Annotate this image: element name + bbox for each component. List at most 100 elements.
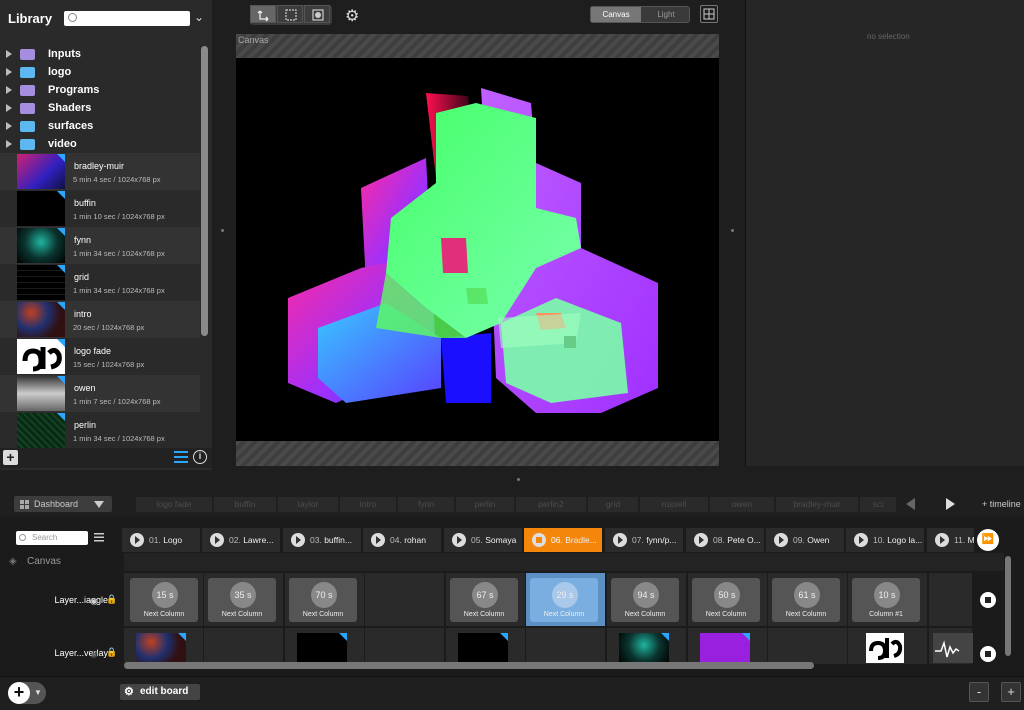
library-scrollbar[interactable] xyxy=(201,46,208,336)
column-header[interactable]: 02. Lawre... xyxy=(202,528,281,552)
folder-shaders[interactable]: Shaders xyxy=(0,100,200,118)
preset-item[interactable]: bradley-muir xyxy=(776,497,858,512)
preset-item[interactable]: fynn xyxy=(398,497,454,512)
board-horizontal-scrollbar[interactable] xyxy=(124,662,814,669)
media-item[interactable]: intro 20 sec / 1024x768 px xyxy=(0,301,200,338)
timer-clip[interactable]: 29 s Next Column xyxy=(530,578,598,622)
play-icon[interactable] xyxy=(371,533,385,547)
add-timeline-button[interactable]: + timeline xyxy=(982,499,1021,509)
column-header[interactable]: 03. buffin... xyxy=(283,528,362,552)
previous-arrow-icon[interactable] xyxy=(906,498,915,510)
clip-cell[interactable] xyxy=(848,628,928,664)
timer-clip[interactable]: 94 s Next Column xyxy=(611,578,679,622)
zoom-in-button[interactable]: + xyxy=(1001,682,1021,702)
column-header[interactable]: 07. fynn/p... xyxy=(605,528,684,552)
fast-forward-icon[interactable]: ⏩ xyxy=(977,529,999,551)
clip-cell[interactable]: 50 s Next Column xyxy=(688,573,768,626)
timer-clip[interactable]: 10 s Column #1 xyxy=(852,578,920,622)
play-icon[interactable] xyxy=(613,533,627,547)
preset-item[interactable]: logo fade xyxy=(136,497,212,512)
preset-item[interactable]: perlin2 xyxy=(516,497,586,512)
disclosure-triangle-icon[interactable] xyxy=(6,50,12,58)
column-header[interactable]: 09. Owen xyxy=(766,528,845,552)
chevron-down-icon[interactable]: ⌄ xyxy=(194,10,204,24)
list-view-icon[interactable] xyxy=(174,451,188,463)
play-icon[interactable] xyxy=(854,533,868,547)
folder-programs[interactable]: Programs xyxy=(0,82,200,100)
clip-cell[interactable]: 15 s Next Column xyxy=(124,573,204,626)
column-header-active[interactable]: 06. Bradle... xyxy=(524,528,603,552)
clip-cell-empty[interactable] xyxy=(526,628,606,664)
timer-clip[interactable]: 70 s Next Column xyxy=(289,578,357,622)
column-header[interactable]: 04. rohan xyxy=(363,528,442,552)
preset-item[interactable]: taylor xyxy=(278,497,338,512)
preset-item[interactable]: sci xyxy=(860,497,896,512)
stop-layer-button[interactable] xyxy=(980,646,996,662)
play-icon[interactable] xyxy=(452,533,466,547)
disclosure-triangle-icon[interactable] xyxy=(6,104,12,112)
clip-cell-empty[interactable] xyxy=(929,573,973,626)
folder-inputs[interactable]: Inputs xyxy=(0,46,200,64)
clip-cell[interactable] xyxy=(607,628,687,664)
media-item[interactable]: fynn 1 min 34 sec / 1024x768 px xyxy=(0,227,200,264)
timer-clip[interactable]: 50 s Next Column xyxy=(692,578,760,622)
play-icon[interactable] xyxy=(130,533,144,547)
chevron-down-icon[interactable]: ▼ xyxy=(34,688,42,697)
splitter-handle[interactable] xyxy=(517,478,520,481)
grid-button[interactable] xyxy=(700,5,718,23)
preset-item[interactable]: intro xyxy=(340,497,396,512)
group-row-canvas[interactable]: ◈ Canvas xyxy=(0,553,124,571)
play-icon[interactable] xyxy=(774,533,788,547)
timer-clip[interactable]: 67 s Next Column xyxy=(450,578,518,622)
chevron-down-icon[interactable] xyxy=(94,501,104,508)
media-item[interactable]: buffin 1 min 10 sec / 1024x768 px xyxy=(0,190,200,227)
play-icon[interactable] xyxy=(291,533,305,547)
zoom-out-button[interactable]: - xyxy=(969,682,989,702)
play-icon[interactable] xyxy=(935,533,949,547)
eye-icon[interactable]: ◉ xyxy=(90,649,98,660)
board-search-input[interactable]: Search xyxy=(16,531,88,545)
clip-cell[interactable]: 94 s Next Column xyxy=(607,573,687,626)
board-vertical-scrollbar[interactable] xyxy=(1005,556,1011,656)
preset-item[interactable]: perlin xyxy=(456,497,514,512)
preset-item[interactable]: buffin xyxy=(214,497,276,512)
library-search-input[interactable] xyxy=(64,11,190,26)
folder-logo[interactable]: logo xyxy=(0,64,200,82)
disclosure-triangle-icon[interactable] xyxy=(6,86,12,94)
clip-cell[interactable] xyxy=(285,628,365,664)
folder-surfaces[interactable]: surfaces xyxy=(0,118,200,136)
folder-video[interactable]: video xyxy=(0,136,200,154)
media-item[interactable]: grid 1 min 34 sec / 1024x768 px xyxy=(0,264,200,301)
clip-cell-empty[interactable] xyxy=(768,628,848,664)
disclosure-triangle-icon[interactable] xyxy=(6,140,12,148)
preset-item[interactable]: russell xyxy=(640,497,708,512)
info-icon[interactable]: i xyxy=(193,450,207,464)
clip-cell[interactable] xyxy=(446,628,526,664)
next-arrow-icon[interactable] xyxy=(946,498,955,510)
clip-cell-empty[interactable] xyxy=(204,628,284,664)
stop-layer-button[interactable] xyxy=(980,592,996,608)
add-layer-button[interactable]: + ▼ xyxy=(8,682,46,704)
media-item[interactable]: owen 1 min 7 sec / 1024x768 px xyxy=(0,375,200,412)
disclosure-triangle-icon[interactable] xyxy=(6,122,12,130)
clip-cell-empty[interactable] xyxy=(365,628,445,664)
clip-cell[interactable] xyxy=(124,628,204,664)
timer-clip[interactable]: 15 s Next Column xyxy=(130,578,198,622)
gear-icon[interactable]: ⚙ xyxy=(345,6,359,26)
clip-cell[interactable]: 10 s Column #1 xyxy=(848,573,928,626)
play-icon[interactable] xyxy=(694,533,708,547)
canvas-light-toggle[interactable]: Canvas Light xyxy=(590,6,690,23)
disclosure-triangle-icon[interactable] xyxy=(6,68,12,76)
media-item[interactable]: bradley-muir 5 min 4 sec / 1024x768 px xyxy=(0,153,200,190)
segment-canvas[interactable]: Canvas xyxy=(591,7,641,22)
segment-light[interactable]: Light xyxy=(641,7,691,22)
eye-icon[interactable]: ◉ xyxy=(90,596,98,607)
splitter-handle[interactable] xyxy=(731,229,734,232)
clip-cell-selected[interactable]: 29 s Next Column xyxy=(526,573,606,626)
preset-item[interactable]: grid xyxy=(588,497,638,512)
transform-tool-button[interactable] xyxy=(250,5,276,23)
dashboard-tab[interactable]: Dashboard xyxy=(14,496,112,512)
crop-tool-button[interactable] xyxy=(277,5,303,23)
column-header[interactable]: 05. Somaya xyxy=(444,528,523,552)
clip-cell[interactable]: 67 s Next Column xyxy=(446,573,526,626)
